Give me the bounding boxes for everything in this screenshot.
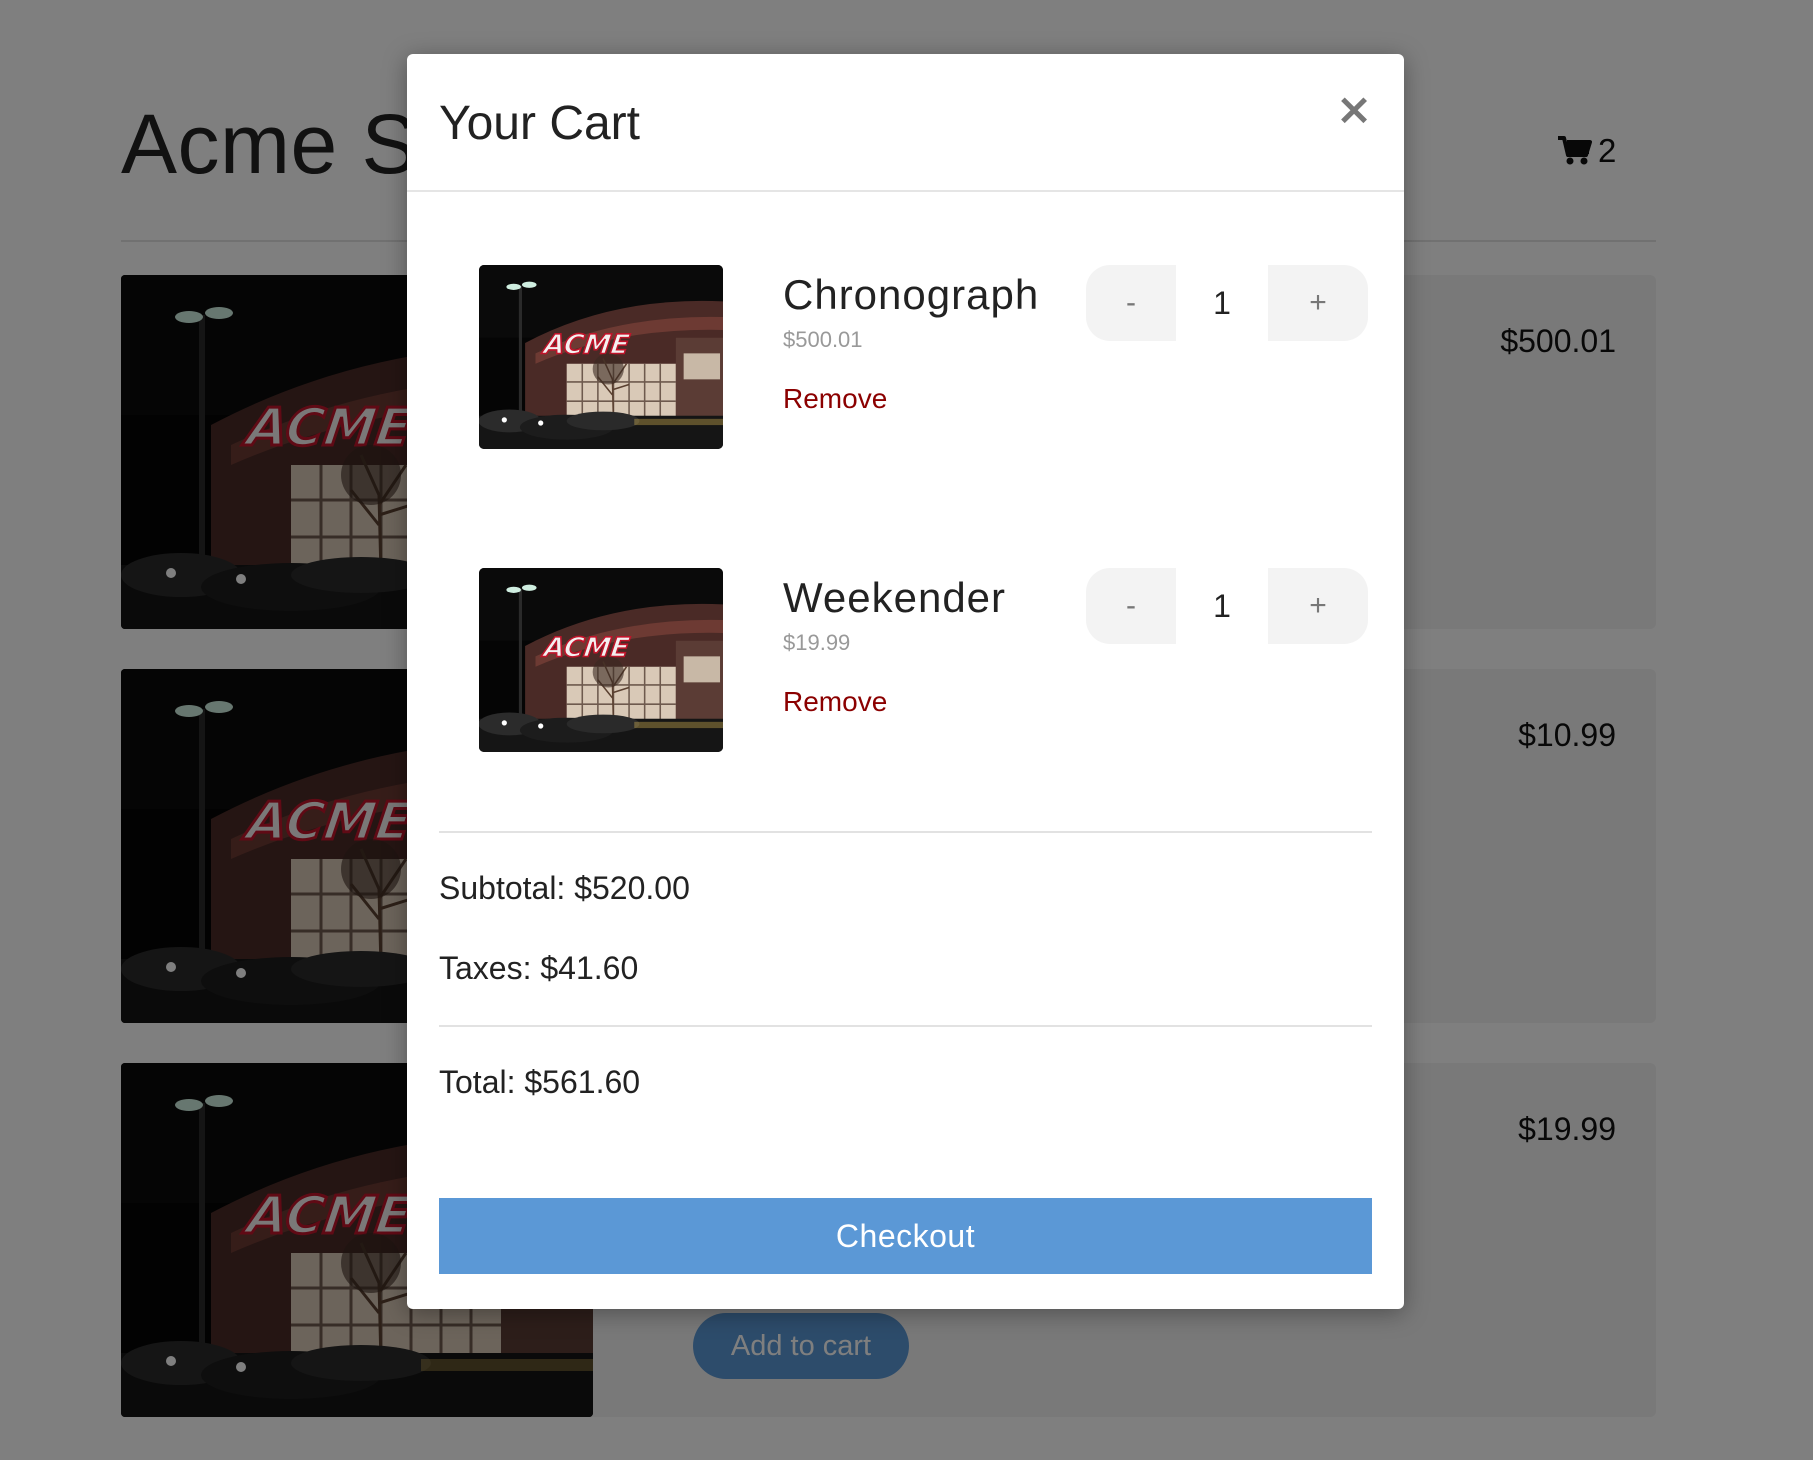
quantity-stepper: - 1 + — [1086, 265, 1368, 341]
remove-link[interactable]: Remove — [783, 686, 887, 718]
increase-quantity-button[interactable]: + — [1268, 265, 1368, 341]
divider — [439, 1025, 1372, 1027]
modal-header: Your Cart × — [407, 54, 1404, 192]
cart-item: Weekender $19.99 Remove - 1 + — [407, 568, 1404, 758]
decrease-quantity-button[interactable]: - — [1086, 265, 1176, 341]
quantity-value: 1 — [1213, 285, 1231, 321]
increase-quantity-button[interactable]: + — [1268, 568, 1368, 644]
item-thumbnail — [479, 265, 723, 449]
cart-item: Chronograph $500.01 Remove - 1 + — [407, 265, 1404, 455]
checkout-button[interactable]: Checkout — [439, 1198, 1372, 1274]
cart-modal: Your Cart × Chronograph $500.01 Remove -… — [407, 54, 1404, 1309]
item-name: Chronograph — [783, 271, 1040, 318]
quantity-value: 1 — [1213, 588, 1231, 624]
total: Total: $561.60 — [439, 1064, 641, 1100]
item-price: $19.99 — [783, 630, 851, 655]
item-name: Weekender — [783, 574, 1007, 621]
subtotal: Subtotal: $520.00 — [439, 870, 690, 906]
modal-title: Your Cart — [439, 97, 640, 150]
taxes: Taxes: $41.60 — [439, 950, 639, 986]
remove-link[interactable]: Remove — [783, 383, 887, 415]
close-icon[interactable]: × — [1334, 88, 1374, 132]
divider — [439, 831, 1372, 833]
item-price: $500.01 — [783, 327, 863, 352]
quantity-stepper: - 1 + — [1086, 568, 1368, 644]
item-thumbnail — [479, 568, 723, 752]
decrease-quantity-button[interactable]: - — [1086, 568, 1176, 644]
